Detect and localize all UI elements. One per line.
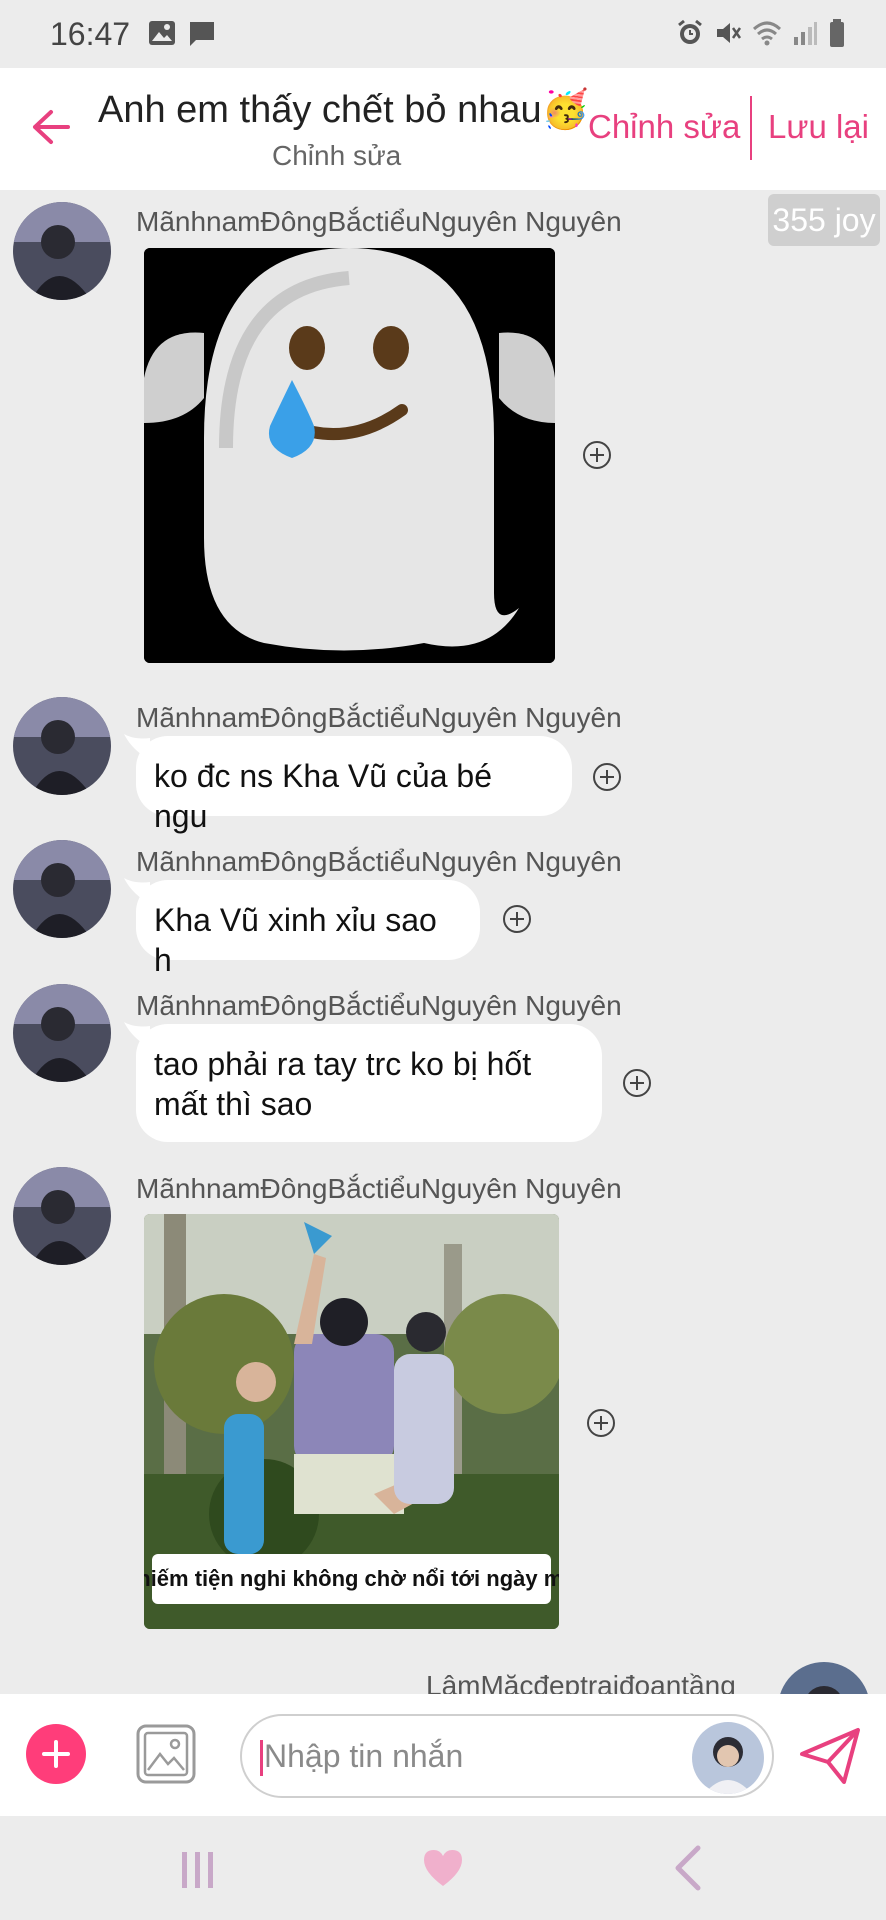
back-nav-icon[interactable] (672, 1844, 704, 1892)
avatar[interactable] (13, 984, 111, 1082)
image-button[interactable] (136, 1724, 196, 1784)
message-bubble[interactable]: tao phải ra tay trc ko bị hốt mất thì sa… (136, 1024, 602, 1142)
battery-icon (830, 19, 844, 47)
add-button[interactable] (26, 1724, 86, 1784)
image-caption-box: Chiếm tiện nghi không chờ nổi tới ngày m… (144, 1554, 559, 1604)
plus-icon (42, 1740, 70, 1768)
gallery-notification-icon (149, 21, 175, 45)
chat-header: Anh em thấy chết bỏ nhau🥳 Chỉnh sửa Chỉn… (0, 68, 886, 190)
mute-icon (717, 23, 742, 43)
joy-badge: 355 joy (768, 194, 880, 246)
wifi-icon (752, 21, 782, 46)
message-text-line: mất thì sao (154, 1086, 313, 1122)
text-caret (260, 1740, 263, 1776)
signal-icon (794, 22, 817, 45)
message-notification-icon (190, 22, 214, 46)
plus-circle-icon[interactable] (592, 762, 622, 792)
back-button[interactable] (24, 100, 78, 154)
alarm-icon (678, 19, 702, 44)
avatar[interactable] (13, 1167, 111, 1265)
avatar[interactable] (13, 840, 111, 938)
send-button[interactable] (798, 1724, 862, 1788)
sender-name: MãnhnamĐôngBắctiểuNguyên Nguyên (136, 990, 622, 1021)
avatar[interactable] (13, 202, 111, 300)
message-text-line: tao phải ra tay trc ko bị hốt (154, 1046, 532, 1082)
sticker-button[interactable] (692, 1722, 764, 1794)
system-nav-bar (0, 1816, 886, 1920)
message-bubble[interactable]: Kha Vũ xinh xỉu sao h (136, 880, 480, 978)
status-time: 16:47 (50, 16, 131, 52)
sender-name: MãnhnamĐôngBắctiểuNguyên Nguyên (136, 1173, 622, 1204)
send-icon (800, 1728, 860, 1784)
status-notification-icons (148, 20, 216, 48)
chat-subtitle: Chỉnh sửa (272, 140, 402, 171)
sender-name: MãnhnamĐôngBắctiểuNguyên Nguyên (136, 846, 622, 877)
chat-title: Anh em thấy chết bỏ nhau🥳 (98, 89, 589, 131)
save-button[interactable]: Lưu lại (768, 108, 869, 146)
ghost-crying-sticker[interactable] (144, 248, 555, 663)
message-input-bar: Nhập tin nhắn (0, 1694, 886, 1816)
message-text: ko đc ns Kha Vũ của bé ngu (154, 758, 492, 834)
heart-home-icon[interactable] (420, 1846, 466, 1890)
image-caption: Chiếm tiện nghi không chờ nổi tới ngày m… (144, 1566, 559, 1591)
header-divider (750, 96, 752, 160)
dance-meme-image[interactable]: Chiếm tiện nghi không chờ nổi tới ngày m… (144, 1214, 559, 1629)
back-arrow-icon (33, 110, 70, 144)
message-input[interactable]: Nhập tin nhắn (240, 1714, 774, 1798)
image-icon (136, 1724, 196, 1784)
message-bubble[interactable]: ko đc ns Kha Vũ của bé ngu (136, 736, 572, 834)
message-input-placeholder: Nhập tin nhắn (264, 1738, 464, 1774)
edit-button[interactable]: Chỉnh sửa (588, 108, 740, 146)
status-system-icons (676, 18, 846, 48)
plus-circle-icon[interactable] (582, 440, 612, 470)
recents-icon[interactable] (178, 1848, 218, 1892)
plus-circle-icon[interactable] (586, 1408, 616, 1438)
plus-circle-icon[interactable] (502, 904, 532, 934)
sender-name: MãnhnamĐôngBắctiểuNguyên Nguyên (136, 702, 622, 733)
status-bar: 16:47 (0, 0, 886, 68)
plus-circle-icon[interactable] (622, 1068, 652, 1098)
avatar[interactable] (13, 697, 111, 795)
sender-name: MãnhnamĐôngBắctiểuNguyên Nguyên (136, 206, 622, 237)
message-text: Kha Vũ xinh xỉu sao h (154, 902, 437, 978)
